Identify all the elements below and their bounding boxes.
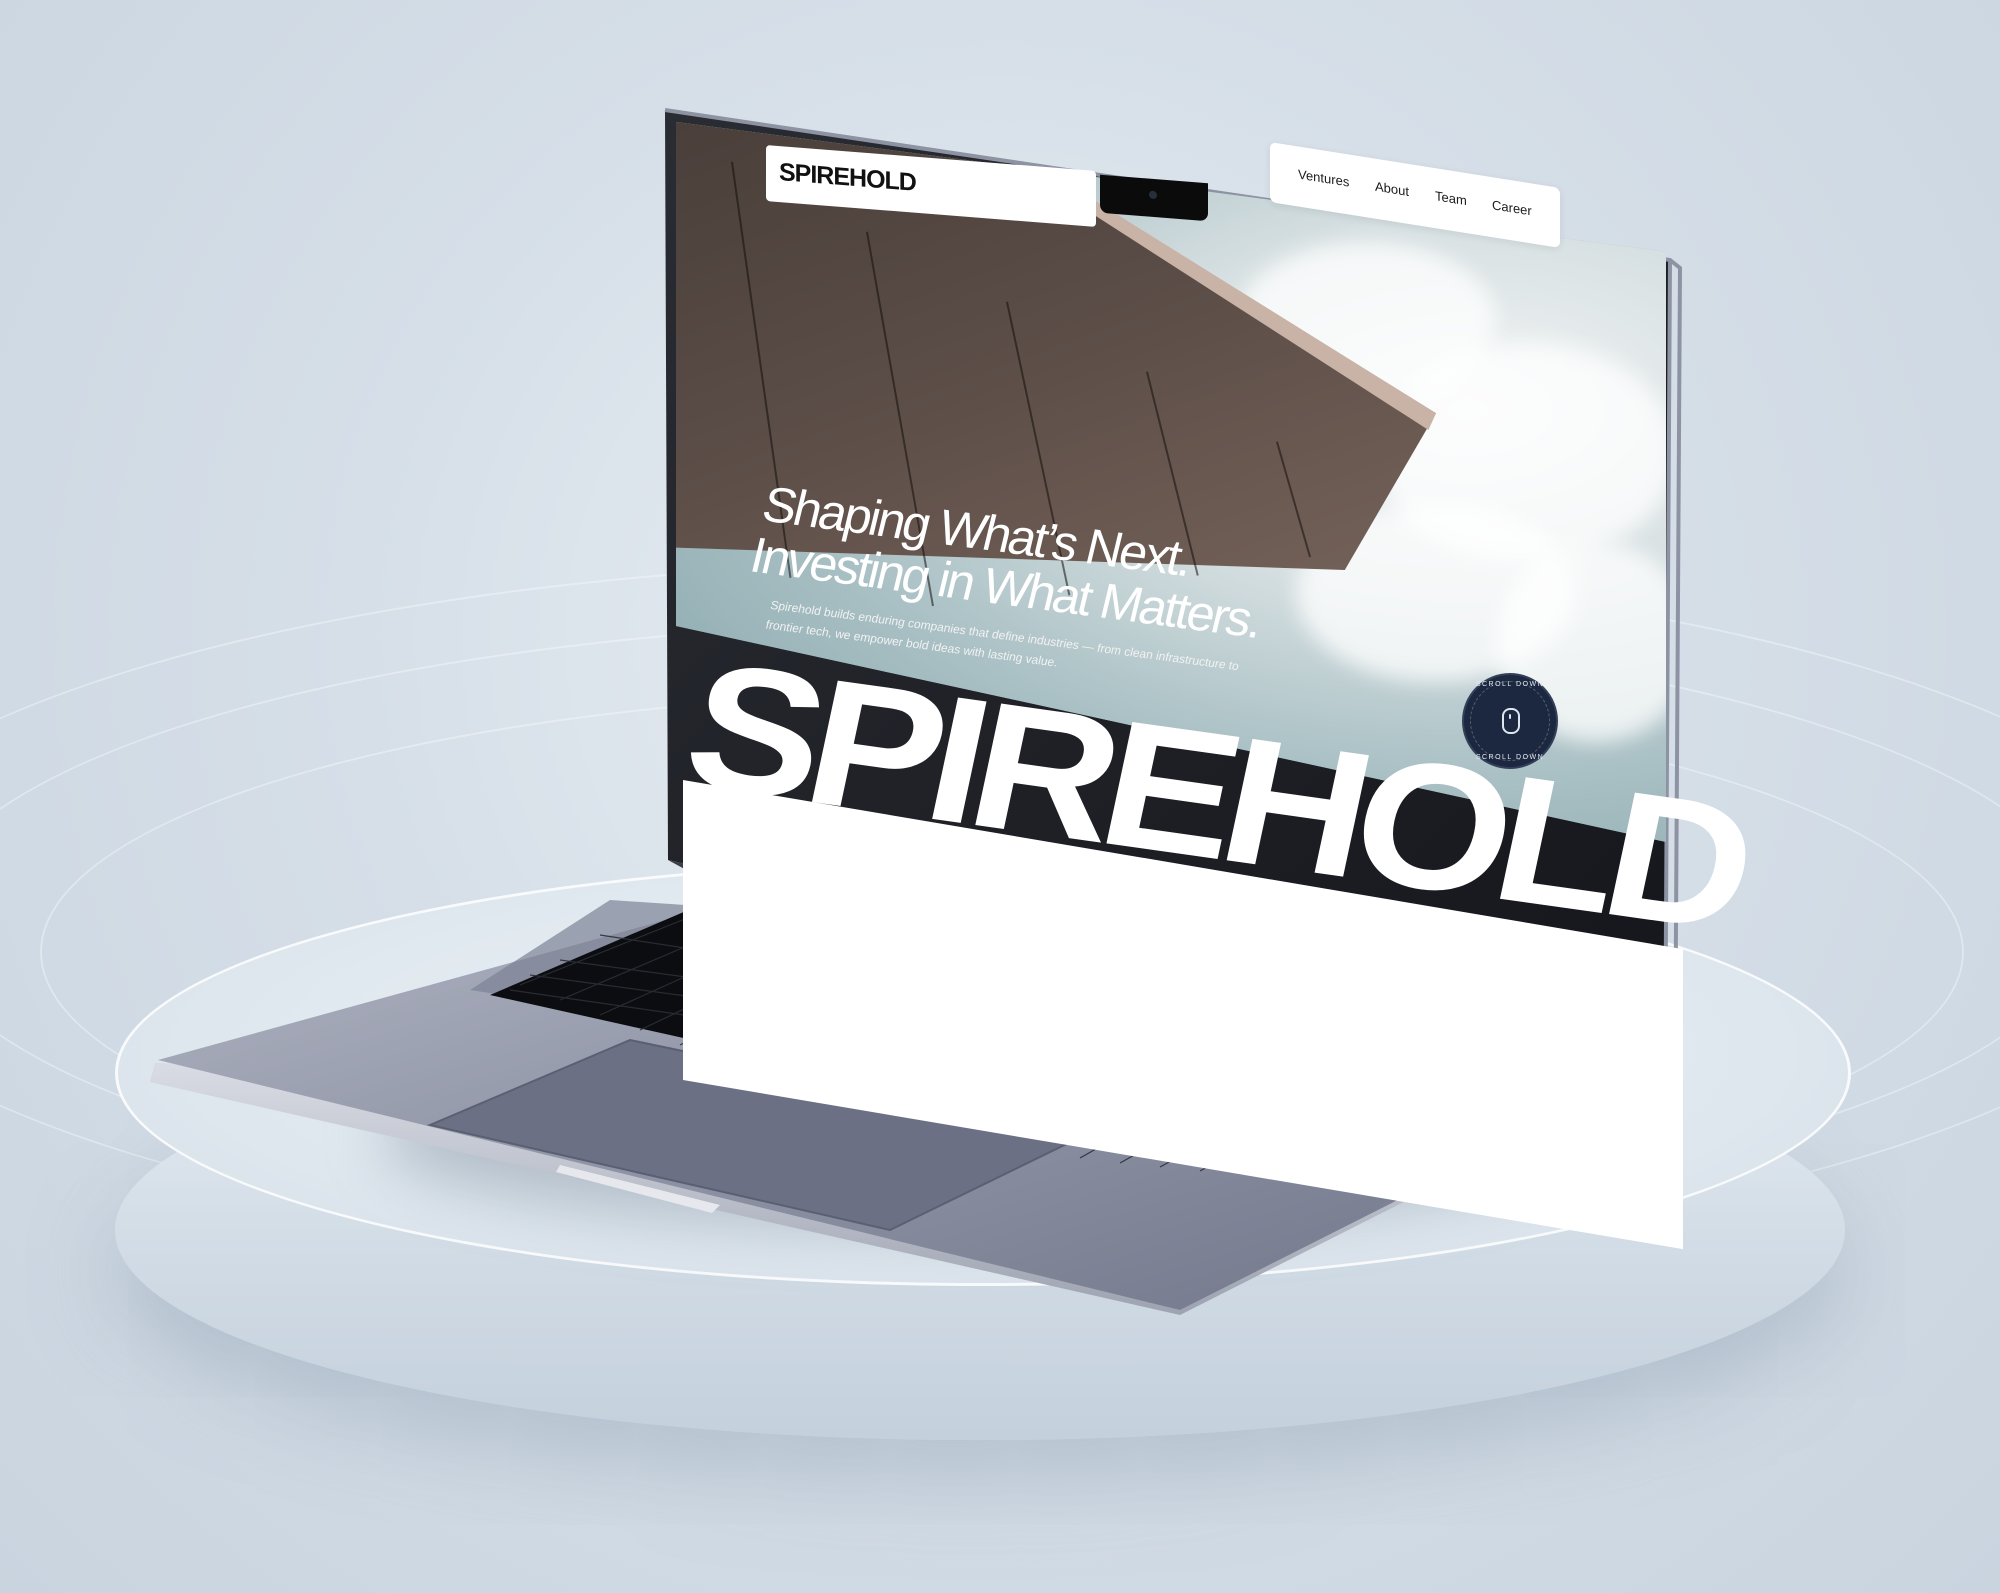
nav-link-about[interactable]: About	[1375, 179, 1409, 199]
mouse-icon	[1502, 708, 1520, 734]
scroll-down-button[interactable]: SCROLL DOWN SCROLL DOWN	[1462, 673, 1558, 769]
site-logo[interactable]: SPIREHOLD	[779, 158, 916, 198]
nav-link-team[interactable]: Team	[1435, 188, 1467, 208]
nav-link-ventures[interactable]: Ventures	[1298, 166, 1349, 189]
scroll-down-label: SCROLL DOWN	[1475, 681, 1545, 688]
camera-icon	[1149, 190, 1157, 200]
scroll-down-label: SCROLL DOWN	[1475, 754, 1545, 761]
product-mockup-scene: SPIREHOLD Ventures About Team Career Sha…	[0, 0, 2000, 1593]
nav-link-career[interactable]: Career	[1492, 197, 1532, 218]
